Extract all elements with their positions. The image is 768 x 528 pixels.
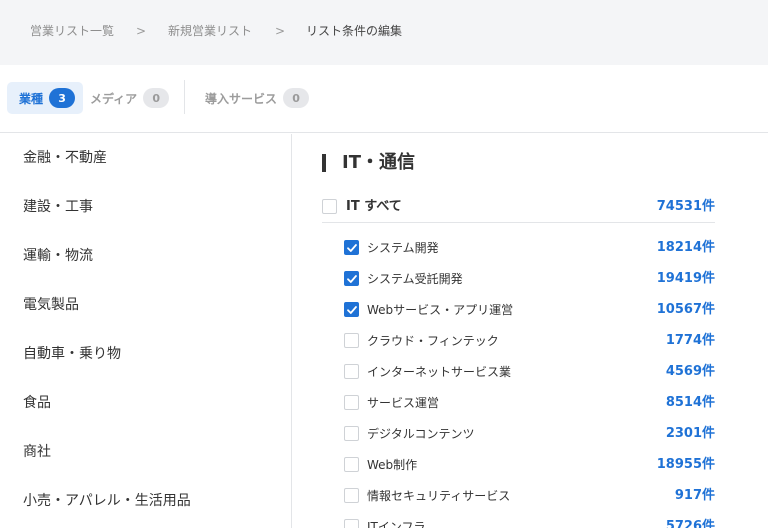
subcategory-row[interactable]: 情報セキュリティサービス 917件 — [344, 487, 715, 505]
subcategory-count: 19419件 — [656, 271, 715, 286]
breadcrumb: 営業リスト一覧 > 新規営業リスト > リスト条件の編集 — [0, 0, 768, 65]
subcategory-row[interactable]: インターネットサービス業 4569件 — [344, 363, 715, 381]
section-marker — [322, 154, 326, 172]
sidebar-item-automotive[interactable]: 自動車・乗り物 — [23, 345, 121, 363]
tab-media[interactable]: メディア 0 — [78, 82, 177, 114]
subcategory-checkbox[interactable] — [344, 426, 359, 441]
subcategory-checkbox[interactable] — [344, 364, 359, 379]
sidebar-item-logistics[interactable]: 運輸・物流 — [23, 247, 93, 265]
subcategory-label: インターネットサービス業 — [367, 365, 512, 379]
tab-label: 導入サービス — [205, 91, 278, 106]
select-all-label: IT すべて — [346, 199, 402, 214]
tab-label: メディア — [90, 91, 138, 106]
sidebar-item-electronics[interactable]: 電気製品 — [23, 296, 79, 314]
subcategory-checkbox[interactable] — [344, 302, 359, 317]
subcategory-count: 5726件 — [665, 519, 715, 528]
tab-label: 業種 — [19, 91, 44, 106]
breadcrumb-item-list-index[interactable]: 営業リスト一覧 — [30, 23, 114, 39]
subcategory-count: 18955件 — [656, 457, 715, 472]
checkmark-icon — [347, 275, 357, 283]
subcategory-count: 2301件 — [665, 426, 715, 441]
select-all-row[interactable]: IT すべて 74531件 — [322, 198, 715, 223]
tab-count-badge: 0 — [283, 88, 310, 108]
subcategory-label: サービス運営 — [367, 396, 440, 410]
subcategory-checkbox[interactable] — [344, 519, 359, 528]
checkmark-icon — [347, 244, 357, 252]
tab-count-badge: 0 — [143, 88, 170, 108]
subcategory-checkbox[interactable] — [344, 333, 359, 348]
subcategory-label: システム受託開発 — [367, 272, 463, 286]
tab-divider — [184, 80, 185, 114]
tab-count-badge: 3 — [49, 88, 76, 108]
sidebar-item-construction[interactable]: 建設・工事 — [23, 198, 93, 216]
subcategory-checkbox[interactable] — [344, 240, 359, 255]
select-all-count: 74531件 — [656, 199, 715, 214]
section-title: IT・通信 — [342, 152, 415, 173]
subcategory-label: デジタルコンテンツ — [367, 427, 475, 441]
subcategory-count: 4569件 — [665, 364, 715, 379]
subcategory-count: 10567件 — [656, 302, 715, 317]
subcategory-count: 1774件 — [665, 333, 715, 348]
subcategory-checkbox[interactable] — [344, 395, 359, 410]
subcategory-row[interactable]: ITインフラ 5726件 — [344, 518, 715, 528]
sidebar-item-retail[interactable]: 小売・アパレル・生活用品 — [23, 492, 191, 510]
breadcrumb-separator: > — [275, 24, 286, 38]
category-sidebar: 金融・不動産 建設・工事 運輸・物流 電気製品 自動車・乗り物 食品 商社 小売… — [0, 134, 292, 528]
subcategory-checkbox[interactable] — [344, 488, 359, 503]
subcategory-label: Webサービス・アプリ運営 — [367, 303, 514, 317]
breadcrumb-item-new-list[interactable]: 新規営業リスト — [168, 23, 252, 39]
subcategory-row[interactable]: システム開発 18214件 — [344, 239, 715, 257]
subcategory-count: 917件 — [674, 488, 715, 503]
sidebar-item-food[interactable]: 食品 — [23, 394, 51, 412]
subcategory-label: Web制作 — [367, 458, 418, 472]
subcategory-count: 18214件 — [656, 240, 715, 255]
tab-industry[interactable]: 業種 3 — [7, 82, 84, 114]
subcategory-row[interactable]: クラウド・フィンテック 1774件 — [344, 332, 715, 350]
subcategory-row[interactable]: Web制作 18955件 — [344, 456, 715, 474]
subcategory-label: システム開発 — [367, 241, 439, 255]
breadcrumb-item-current: リスト条件の編集 — [306, 24, 403, 38]
subcategory-label: クラウド・フィンテック — [367, 334, 499, 348]
subcategory-panel: IT・通信 IT すべて 74531件 システム開発 18214件 システム受託… — [293, 134, 768, 528]
subcategory-row[interactable]: サービス運営 8514件 — [344, 394, 715, 412]
subcategory-label: ITインフラ — [367, 520, 426, 528]
subcategory-row[interactable]: デジタルコンテンツ 2301件 — [344, 425, 715, 443]
sidebar-item-finance[interactable]: 金融・不動産 — [23, 149, 107, 167]
tab-services[interactable]: 導入サービス 0 — [193, 82, 317, 114]
filter-tabs: 業種 3 メディア 0 導入サービス 0 — [0, 65, 768, 133]
checkmark-icon — [347, 306, 357, 314]
subcategory-label: 情報セキュリティサービス — [367, 489, 511, 503]
breadcrumb-separator: > — [136, 24, 147, 38]
sidebar-item-trading[interactable]: 商社 — [23, 443, 51, 461]
subcategory-count: 8514件 — [665, 395, 715, 410]
subcategory-row[interactable]: システム受託開発 19419件 — [344, 270, 715, 288]
subcategory-checkbox[interactable] — [344, 457, 359, 472]
subcategory-checkbox[interactable] — [344, 271, 359, 286]
select-all-checkbox[interactable] — [322, 199, 337, 214]
subcategory-row[interactable]: Webサービス・アプリ運営 10567件 — [344, 301, 715, 319]
